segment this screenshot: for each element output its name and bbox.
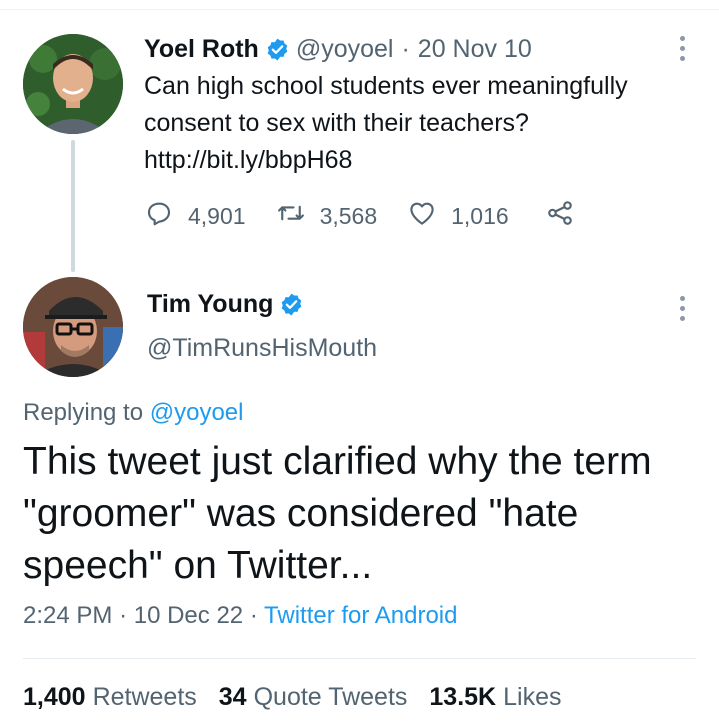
more-options-icon[interactable]: [678, 296, 686, 324]
top-divider: [0, 9, 719, 10]
quote-tweets-stat[interactable]: 34 Quote Tweets: [219, 683, 408, 712]
thread-line: [71, 140, 75, 272]
parent-author-handle[interactable]: @yoyoel: [296, 35, 394, 64]
retweets-count: 1,400: [23, 683, 86, 711]
engagement-stats: 1,400 Retweets 34 Quote Tweets 13.5K Likes: [23, 683, 583, 712]
parent-tweet-actions: 4,901 3,568 1,016: [144, 196, 575, 236]
retweets-label: Retweets: [92, 683, 197, 711]
verified-badge-icon: [265, 37, 290, 62]
retweet-count: 3,568: [319, 202, 378, 229]
reply-icon: [144, 198, 174, 234]
tweet-time[interactable]: 2:24 PM: [23, 602, 112, 629]
reply-button[interactable]: 4,901: [144, 198, 246, 234]
more-options-icon[interactable]: [678, 36, 686, 64]
like-count: 1,016: [451, 202, 509, 229]
avatar-tim-young[interactable]: [23, 277, 123, 377]
stats-divider: [23, 658, 696, 659]
likes-count: 13.5K: [429, 683, 497, 711]
replying-to-prefix: Replying to: [23, 399, 150, 426]
separator-dot: ·: [249, 602, 258, 629]
verified-badge-icon: [279, 292, 304, 317]
retweet-button[interactable]: 3,568: [276, 198, 378, 234]
retweet-icon: [276, 198, 306, 234]
reply-tweet-text: This tweet just clarified why the term "…: [23, 440, 652, 587]
parent-author-name[interactable]: Yoel Roth: [144, 35, 259, 64]
reply-author-name[interactable]: Tim Young: [147, 290, 273, 319]
tweet-source-link[interactable]: Twitter for Android: [264, 602, 457, 629]
separator-dot: ·: [401, 34, 410, 63]
tweet-date[interactable]: 10 Dec 22: [134, 602, 243, 629]
parent-tweet-header: Yoel Roth @yoyoel · 20 Nov 10: [144, 32, 532, 66]
avatar-yoel-roth[interactable]: [23, 34, 123, 134]
like-button[interactable]: 1,016: [407, 198, 509, 234]
retweets-stat[interactable]: 1,400 Retweets: [23, 683, 197, 712]
reply-count: 4,901: [188, 202, 246, 229]
replying-to-link[interactable]: @yoyoel: [150, 399, 244, 426]
parent-tweet-text: Can high school students ever meaningful…: [144, 72, 628, 174]
quote-tweets-count: 34: [218, 683, 247, 711]
separator-dot: ·: [119, 602, 128, 629]
reply-author-handle[interactable]: @TimRunsHisMouth: [147, 334, 377, 363]
share-button[interactable]: [545, 198, 575, 234]
share-icon: [545, 198, 575, 234]
tweet-metadata: 2:24 PM · 10 Dec 22 · Twitter for Androi…: [23, 602, 457, 630]
likes-label: Likes: [503, 683, 562, 711]
likes-stat[interactable]: 13.5K Likes: [429, 683, 561, 712]
parent-tweet-date[interactable]: 20 Nov 10: [418, 35, 532, 64]
reply-author-name-row: Tim Young: [147, 290, 310, 319]
like-icon: [407, 198, 437, 234]
quote-tweets-label: Quote Tweets: [253, 683, 408, 711]
replying-to-line: Replying to @yoyoel: [23, 399, 244, 427]
